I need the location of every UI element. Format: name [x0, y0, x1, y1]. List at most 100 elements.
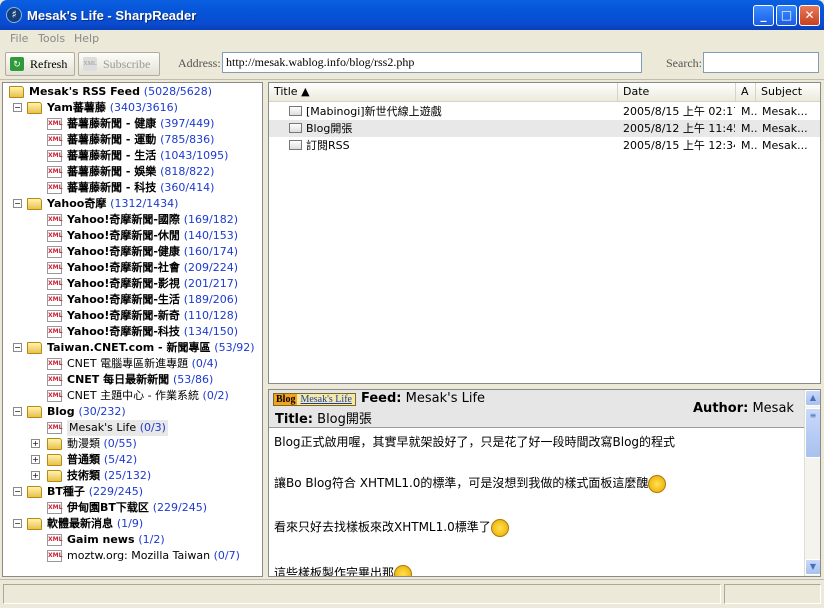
menu-tools[interactable]: Tools: [38, 32, 65, 45]
scroll-down-icon[interactable]: ▼: [805, 559, 820, 575]
expand-icon[interactable]: +: [31, 471, 40, 480]
unread-count: (209/224): [183, 261, 239, 274]
tree-feed[interactable]: XML Yahoo!奇摩新聞-社會 (209/224): [3, 260, 262, 276]
folder-icon: [9, 86, 24, 98]
tree-folder[interactable]: + 動漫類 (0/55): [3, 436, 262, 452]
search-input[interactable]: [703, 52, 819, 73]
unread-count: (229/245): [152, 501, 208, 514]
item-row[interactable]: 訂閱RSS 2005/8/15 上午 12:34 M.. Mesak...: [269, 137, 820, 154]
tree-feed[interactable]: XML 蕃薯藤新聞 - 科技 (360/414): [3, 180, 262, 196]
tree-node-label: moztw.org: Mozilla Taiwan (0/7): [67, 548, 240, 564]
tree-feed[interactable]: XML Yahoo!奇摩新聞-新奇 (110/128): [3, 308, 262, 324]
folder-icon: [47, 454, 62, 466]
refresh-button[interactable]: ↻ Refresh: [5, 52, 75, 76]
folder-icon: [47, 438, 62, 450]
tree-node-text: Yahoo!奇摩新聞-社會: [67, 261, 180, 274]
menu-file[interactable]: File: [10, 32, 28, 45]
preview-scrollbar[interactable]: ▲ ≡ ▼: [804, 390, 820, 576]
tree-feed[interactable]: XML CNET 每日最新新聞 (53/86): [3, 372, 262, 388]
tree-node-label: 蕃薯藤新聞 - 生活 (1043/1095): [67, 148, 228, 164]
tree-node-text: 軟體最新消息: [47, 517, 113, 530]
tree-node-label: 伊甸園BT下载区 (229/245): [67, 500, 207, 516]
preview-pane: Blog Mesak's Life Feed: Mesak's Life Titl…: [268, 389, 821, 577]
tree-node-label: Yahoo!奇摩新聞-社會 (209/224): [67, 260, 238, 276]
expand-icon[interactable]: +: [31, 455, 40, 464]
xml-feed-icon: XML: [47, 278, 62, 290]
tree-feed[interactable]: XML Mesak's Life (0/3): [3, 420, 262, 436]
tree-node-text: CNET 每日最新新聞: [67, 373, 170, 386]
tree-node-text: Yam蕃薯藤: [47, 101, 106, 114]
tree-feed[interactable]: XML Yahoo!奇摩新聞-休閒 (140/153): [3, 228, 262, 244]
tree-node-label: Mesak's RSS Feed (5028/5628): [29, 84, 212, 100]
item-row[interactable]: Blog開張 2005/8/12 上午 11:45 M.. Mesak...: [269, 120, 820, 137]
collapse-icon[interactable]: −: [13, 343, 22, 352]
column-title[interactable]: Title ▲: [269, 83, 618, 102]
tree-feed[interactable]: XML 蕃薯藤新聞 - 運動 (785/836): [3, 132, 262, 148]
column-subject[interactable]: Subject: [756, 83, 820, 102]
tree-feed[interactable]: XML Yahoo!奇摩新聞-國際 (169/182): [3, 212, 262, 228]
thumb-emoticon-icon: [394, 564, 413, 576]
unread-count: (169/182): [183, 213, 239, 226]
column-author[interactable]: A: [736, 83, 756, 102]
collapse-icon[interactable]: −: [13, 199, 22, 208]
expand-icon[interactable]: +: [31, 439, 40, 448]
tree-folder[interactable]: + 普通類 (5/42): [3, 452, 262, 468]
tree-node-label: Yahoo奇摩 (1312/1434): [47, 196, 178, 212]
tree-feed[interactable]: XML Gaim news (1/2): [3, 532, 262, 548]
xml-feed-icon: XML: [47, 374, 62, 386]
tree-folder[interactable]: − Yam蕃薯藤 (3403/3616): [3, 100, 262, 116]
xml-feed-icon: XML: [47, 134, 62, 146]
unread-count: (134/150): [183, 325, 239, 338]
xml-feed-icon: XML: [47, 502, 62, 514]
scroll-thumb[interactable]: ≡: [805, 408, 820, 458]
item-list[interactable]: Title ▲ Date A Subject [Mabinogi]新世代線上遊戲…: [268, 82, 821, 384]
tree-node-text: Yahoo!奇摩新聞-生活: [67, 293, 180, 306]
tree-folder[interactable]: − Taiwan.CNET.com - 新聞專區 (53/92): [3, 340, 262, 356]
tree-feed[interactable]: XML CNET 電腦專區新進專題 (0/4): [3, 356, 262, 372]
close-button[interactable]: ✕: [799, 5, 820, 26]
tree-node-label: Yahoo!奇摩新聞-生活 (189/206): [67, 292, 238, 308]
xml-feed-icon: XML: [47, 358, 62, 370]
tree-feed[interactable]: XML CNET 主題中心 - 作業系統 (0/2): [3, 388, 262, 404]
sharpreader-icon[interactable]: ♯: [6, 7, 22, 23]
collapse-icon[interactable]: −: [13, 519, 22, 528]
maximize-button[interactable]: □: [776, 5, 797, 26]
feed-badge: Blog Mesak's Life: [273, 393, 356, 406]
tree-node-text: Yahoo奇摩: [47, 197, 107, 210]
subscribe-button[interactable]: XML Subscribe: [78, 52, 160, 76]
collapse-icon[interactable]: −: [13, 103, 22, 112]
feed-tree[interactable]: Mesak's RSS Feed (5028/5628) − Yam蕃薯藤 (340…: [2, 82, 263, 577]
refresh-label: Refresh: [30, 57, 68, 71]
tree-feed[interactable]: XML 蕃薯藤新聞 - 健康 (397/449): [3, 116, 262, 132]
collapse-icon[interactable]: −: [13, 407, 22, 416]
item-row[interactable]: [Mabinogi]新世代線上遊戲 2005/8/15 上午 02:17 M.. Me…: [269, 103, 820, 120]
author-value: Mesak: [752, 401, 794, 416]
collapse-icon[interactable]: −: [13, 487, 22, 496]
subscribe-label: Subscribe: [103, 57, 151, 71]
unread-count: (30/232): [78, 405, 126, 418]
tree-folder[interactable]: − Yahoo奇摩 (1312/1434): [3, 196, 262, 212]
tree-folder[interactable]: − Blog (30/232): [3, 404, 262, 420]
address-input[interactable]: http://mesak.wablog.info/blog/rss2.php: [222, 52, 642, 73]
unread-count: (1312/1434): [110, 197, 179, 210]
menu-help[interactable]: Help: [74, 32, 99, 45]
tree-folder[interactable]: − BT種子 (229/245): [3, 484, 262, 500]
tree-feed[interactable]: XML moztw.org: Mozilla Taiwan (0/7): [3, 548, 262, 564]
tree-node-label: Taiwan.CNET.com - 新聞專區 (53/92): [47, 340, 255, 356]
tree-feed[interactable]: XML 蕃薯藤新聞 - 生活 (1043/1095): [3, 148, 262, 164]
tree-folder[interactable]: − 軟體最新消息 (1/9): [3, 516, 262, 532]
unread-count: (1043/1095): [160, 149, 229, 162]
tree-feed[interactable]: XML 伊甸園BT下载区 (229/245): [3, 500, 262, 516]
tree-folder[interactable]: + 技術類 (25/132): [3, 468, 262, 484]
folder-icon: [47, 470, 62, 482]
tree-feed[interactable]: XML 蕃薯藤新聞 - 娛樂 (818/822): [3, 164, 262, 180]
tree-feed[interactable]: XML Yahoo!奇摩新聞-生活 (189/206): [3, 292, 262, 308]
minimize-button[interactable]: _: [753, 5, 774, 26]
tree-feed[interactable]: XML Yahoo!奇摩新聞-科技 (134/150): [3, 324, 262, 340]
scroll-up-icon[interactable]: ▲: [805, 390, 820, 406]
tree-folder[interactable]: Mesak's RSS Feed (5028/5628): [3, 84, 262, 100]
tree-feed[interactable]: XML Yahoo!奇摩新聞-影視 (201/217): [3, 276, 262, 292]
tree-node-text: Taiwan.CNET.com - 新聞專區: [47, 341, 211, 354]
tree-feed[interactable]: XML Yahoo!奇摩新聞-健康 (160/174): [3, 244, 262, 260]
column-date[interactable]: Date: [618, 83, 736, 102]
